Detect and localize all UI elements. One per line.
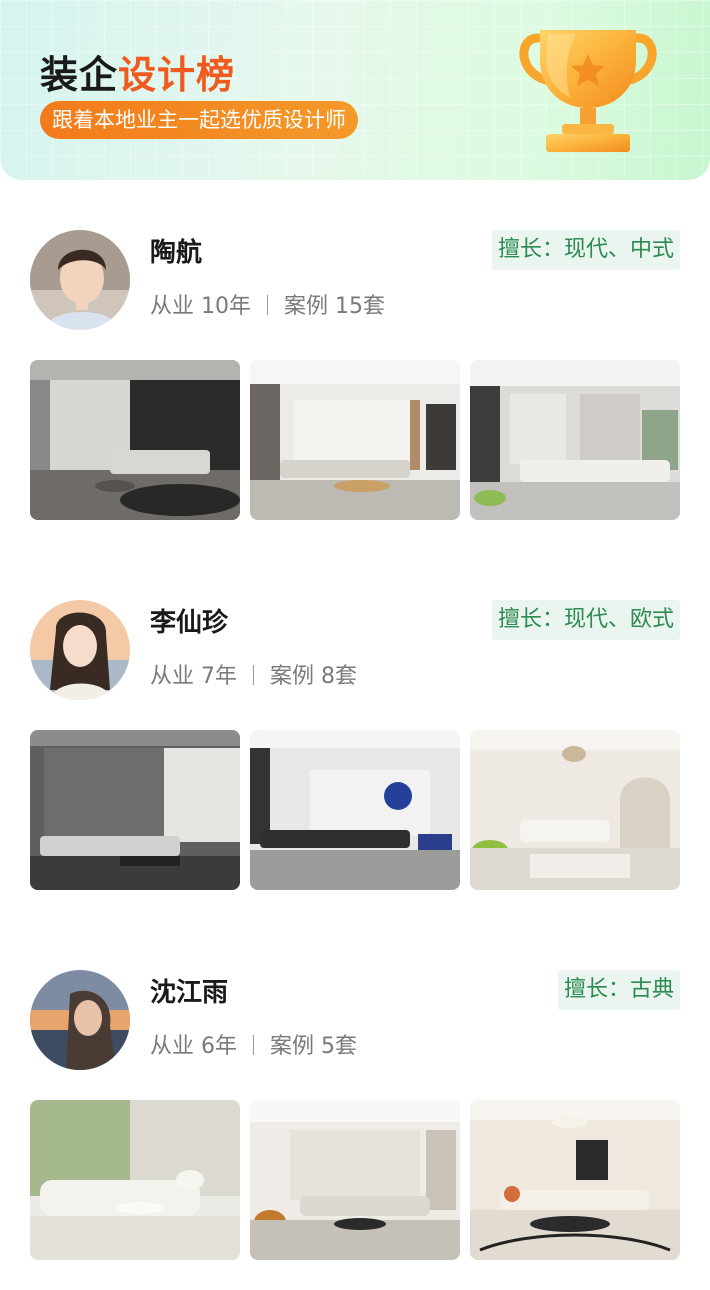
case-photo[interactable]	[470, 360, 680, 520]
designer-years: 从业 7年	[150, 664, 237, 689]
designer-name[interactable]: 李仙珍	[150, 602, 228, 639]
specialty-tag: 擅长：古典	[557, 970, 680, 1010]
case-photo[interactable]	[30, 1100, 240, 1260]
stats-divider	[253, 665, 254, 685]
designer-card[interactable]: 陶航 从业 10年 案例 15套 擅长：现代、中式	[0, 230, 710, 530]
case-image	[250, 360, 460, 520]
designer-name[interactable]: 陶航	[150, 232, 202, 269]
case-photo[interactable]	[30, 360, 240, 520]
designer-avatar[interactable]	[30, 230, 130, 330]
designer-avatar[interactable]	[30, 600, 130, 700]
stats-divider	[253, 1035, 254, 1055]
designer-stats: 从业 6年 案例 5套	[150, 1028, 357, 1060]
trophy-icon	[519, 30, 657, 152]
avatar-image	[30, 600, 130, 700]
designer-name[interactable]: 沈江雨	[150, 972, 228, 1009]
case-photos	[30, 730, 680, 890]
case-image	[250, 1100, 460, 1260]
designer-years: 从业 10年	[150, 294, 251, 319]
avatar-image	[30, 230, 130, 330]
designer-card[interactable]: 沈江雨 从业 6年 案例 5套 擅长：古典	[0, 970, 710, 1270]
case-image	[30, 730, 240, 890]
designer-cases: 案例 8套	[270, 664, 357, 689]
case-photo[interactable]	[470, 1100, 680, 1260]
case-image	[470, 360, 680, 520]
designer-years: 从业 6年	[150, 1034, 237, 1059]
designer-cases: 案例 5套	[270, 1034, 357, 1059]
designer-stats: 从业 10年 案例 15套	[150, 288, 385, 320]
case-photo[interactable]	[30, 730, 240, 890]
banner-title-accent: 设计榜	[118, 53, 236, 97]
specialty-tag: 擅长：现代、中式	[491, 230, 680, 270]
designer-stats: 从业 7年 案例 8套	[150, 658, 357, 690]
case-photo[interactable]	[250, 730, 460, 890]
specialty-tag: 擅长：现代、欧式	[491, 600, 680, 640]
avatar-image	[30, 970, 130, 1070]
case-photo[interactable]	[250, 360, 460, 520]
case-image	[30, 360, 240, 520]
banner-title-main: 装企	[40, 53, 119, 97]
case-photo[interactable]	[470, 730, 680, 890]
case-photo[interactable]	[250, 1100, 460, 1260]
case-image	[250, 730, 460, 890]
designer-cases: 案例 15套	[284, 294, 385, 319]
case-photos	[30, 360, 680, 520]
banner-title: 装企设计榜	[40, 44, 235, 99]
case-image	[470, 730, 680, 890]
case-photos	[30, 1100, 680, 1260]
designer-card[interactable]: 李仙珍 从业 7年 案例 8套 擅长：现代、欧式	[0, 600, 710, 900]
banner-subtitle: 跟着本地业主一起选优质设计师	[40, 101, 358, 139]
case-image	[30, 1100, 240, 1260]
hero-banner: 装企设计榜 跟着本地业主一起选优质设计师	[0, 0, 710, 180]
designer-avatar[interactable]	[30, 970, 130, 1070]
stats-divider	[267, 295, 268, 315]
case-image	[470, 1100, 680, 1260]
